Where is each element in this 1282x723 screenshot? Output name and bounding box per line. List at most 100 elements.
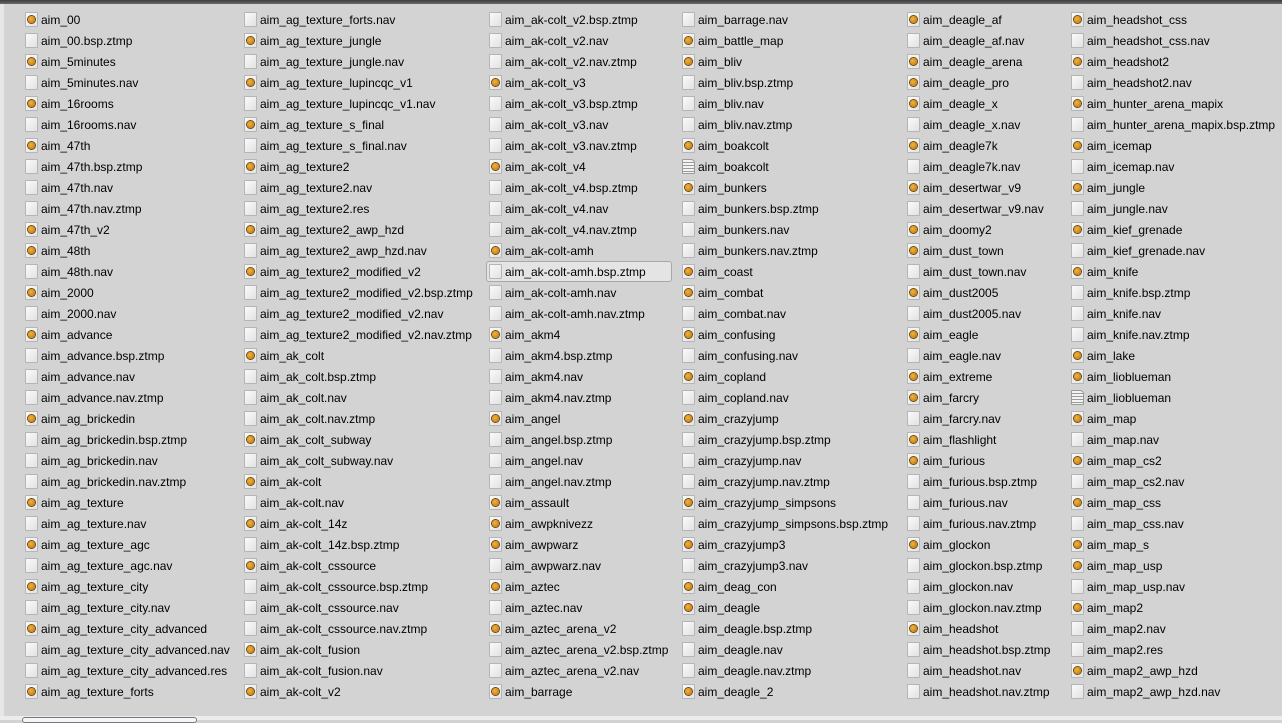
file-item[interactable]: aim_furious: [904, 450, 1054, 471]
file-item[interactable]: aim_headshot.nav.ztmp: [904, 681, 1054, 702]
file-item[interactable]: aim_extreme: [904, 366, 1054, 387]
file-item[interactable]: aim_map_usp.nav: [1068, 576, 1279, 597]
file-item[interactable]: aim_bliv.bsp.ztmp: [679, 72, 892, 93]
file-item[interactable]: aim_ag_texture_lupincqc_v1: [241, 72, 477, 93]
file-item[interactable]: aim_angel.nav: [486, 450, 672, 471]
file-item[interactable]: aim_copland: [679, 366, 892, 387]
file-item[interactable]: aim_2000.nav: [22, 303, 234, 324]
file-item[interactable]: aim_ak-colt_v2.nav.ztmp: [486, 51, 672, 72]
file-item[interactable]: aim_ag_texture2_modified_v2.bsp.ztmp: [241, 282, 477, 303]
file-item[interactable]: aim_flashlight: [904, 429, 1054, 450]
file-item[interactable]: aim_deagle.bsp.ztmp: [679, 618, 892, 639]
file-item[interactable]: aim_copland.nav: [679, 387, 892, 408]
file-item[interactable]: aim_ag_texture2.res: [241, 198, 477, 219]
file-item[interactable]: aim_hunter_arena_mapix: [1068, 93, 1279, 114]
file-item[interactable]: aim_knife: [1068, 261, 1279, 282]
file-item[interactable]: aim_ag_texture2_modified_v2: [241, 261, 477, 282]
file-item[interactable]: aim_advance.nav.ztmp: [22, 387, 234, 408]
file-item[interactable]: aim_deagle.nav: [679, 639, 892, 660]
file-item[interactable]: aim_aztec_arena_v2.nav: [486, 660, 672, 681]
file-item[interactable]: aim_ag_texture_city: [22, 576, 234, 597]
file-item[interactable]: aim_00: [22, 9, 234, 30]
file-item[interactable]: aim_kief_grenade.nav: [1068, 240, 1279, 261]
file-item[interactable]: aim_icemap: [1068, 135, 1279, 156]
file-item[interactable]: aim_5minutes: [22, 51, 234, 72]
file-item[interactable]: aim_crazyjump.nav: [679, 450, 892, 471]
file-item[interactable]: aim_furious.bsp.ztmp: [904, 471, 1054, 492]
file-item[interactable]: aim_jungle.nav: [1068, 198, 1279, 219]
file-item[interactable]: aim_map2.nav: [1068, 618, 1279, 639]
file-item[interactable]: aim_crazyjump: [679, 408, 892, 429]
file-item[interactable]: aim_47th.nav.ztmp: [22, 198, 234, 219]
scrollbar-thumb[interactable]: [22, 717, 197, 723]
file-item[interactable]: aim_lake: [1068, 345, 1279, 366]
file-item[interactable]: aim_map_css: [1068, 492, 1279, 513]
file-item[interactable]: aim_aztec: [486, 576, 672, 597]
file-item[interactable]: aim_icemap.nav: [1068, 156, 1279, 177]
file-item[interactable]: aim_map_s: [1068, 534, 1279, 555]
file-item[interactable]: aim_ak-colt_cssource.nav.ztmp: [241, 618, 477, 639]
file-item[interactable]: aim_ag_texture: [22, 492, 234, 513]
file-item[interactable]: aim_crazyjump_simpsons.bsp.ztmp: [679, 513, 892, 534]
file-item[interactable]: aim_ak_colt.nav.ztmp: [241, 408, 477, 429]
file-item[interactable]: aim_awpwarz: [486, 534, 672, 555]
file-item[interactable]: aim_ak-colt_cssource: [241, 555, 477, 576]
file-item[interactable]: aim_48th: [22, 240, 234, 261]
file-item[interactable]: aim_ak_colt.nav: [241, 387, 477, 408]
file-item[interactable]: aim_hunter_arena_mapix.bsp.ztmp: [1068, 114, 1279, 135]
file-item[interactable]: aim_ak-colt_14z: [241, 513, 477, 534]
file-item[interactable]: aim_bliv.nav: [679, 93, 892, 114]
file-item[interactable]: aim_map_css.nav: [1068, 513, 1279, 534]
file-item[interactable]: aim_crazyjump3: [679, 534, 892, 555]
file-item[interactable]: aim_ag_brickedin.nav.ztmp: [22, 471, 234, 492]
file-item[interactable]: aim_ak-colt.nav: [241, 492, 477, 513]
file-item[interactable]: aim_assault: [486, 492, 672, 513]
file-item[interactable]: aim_ak-colt_v4.nav.ztmp: [486, 219, 672, 240]
file-item[interactable]: aim_map2_awp_hzd.nav: [1068, 681, 1279, 702]
file-item[interactable]: aim_ag_texture2_modified_v2.nav: [241, 303, 477, 324]
file-item[interactable]: aim_coast: [679, 261, 892, 282]
file-item[interactable]: aim_ag_texture2_awp_hzd.nav: [241, 240, 477, 261]
file-item[interactable]: aim_ag_brickedin: [22, 408, 234, 429]
file-item[interactable]: aim_barrage: [486, 681, 672, 702]
file-item[interactable]: aim_48th.nav: [22, 261, 234, 282]
file-item[interactable]: aim_47th: [22, 135, 234, 156]
file-item[interactable]: aim_angel.bsp.ztmp: [486, 429, 672, 450]
file-item[interactable]: aim_lioblueman: [1068, 387, 1279, 408]
file-item[interactable]: aim_headshot2: [1068, 51, 1279, 72]
file-item[interactable]: aim_map: [1068, 408, 1279, 429]
file-item[interactable]: aim_glockon: [904, 534, 1054, 555]
file-item[interactable]: aim_crazyjump.bsp.ztmp: [679, 429, 892, 450]
file-item[interactable]: aim_deagle7k: [904, 135, 1054, 156]
file-item[interactable]: aim_aztec.nav: [486, 597, 672, 618]
file-item[interactable]: aim_ag_texture_city.nav: [22, 597, 234, 618]
file-item[interactable]: aim_ak-colt_v2: [241, 681, 477, 702]
file-item[interactable]: aim_headshot_css.nav: [1068, 30, 1279, 51]
file-item[interactable]: aim_aztec_arena_v2: [486, 618, 672, 639]
file-item[interactable]: aim_deagle_pro: [904, 72, 1054, 93]
file-item[interactable]: aim_ag_brickedin.bsp.ztmp: [22, 429, 234, 450]
file-item[interactable]: aim_dust2005.nav: [904, 303, 1054, 324]
file-item[interactable]: aim_crazyjump3.nav: [679, 555, 892, 576]
file-item[interactable]: aim_map_usp: [1068, 555, 1279, 576]
file-item[interactable]: aim_ak-colt_v3.nav: [486, 114, 672, 135]
file-item[interactable]: aim_ag_texture_jungle: [241, 30, 477, 51]
file-item[interactable]: aim_47th.bsp.ztmp: [22, 156, 234, 177]
file-item[interactable]: aim_ak-colt-amh.bsp.ztmp: [486, 261, 673, 282]
file-item[interactable]: aim_ak-colt_v2.nav: [486, 30, 672, 51]
file-item[interactable]: aim_battle_map: [679, 30, 892, 51]
file-item[interactable]: aim_16rooms.nav: [22, 114, 234, 135]
file-item[interactable]: aim_ag_texture_city_advanced: [22, 618, 234, 639]
file-item[interactable]: aim_ag_texture_s_final.nav: [241, 135, 477, 156]
file-item[interactable]: aim_eagle.nav: [904, 345, 1054, 366]
file-item[interactable]: aim_deagle_x.nav: [904, 114, 1054, 135]
file-item[interactable]: aim_headshot: [904, 618, 1054, 639]
file-item[interactable]: aim_map2: [1068, 597, 1279, 618]
file-item[interactable]: aim_furious.nav.ztmp: [904, 513, 1054, 534]
file-item[interactable]: aim_map_cs2: [1068, 450, 1279, 471]
file-item[interactable]: aim_desertwar_v9: [904, 177, 1054, 198]
file-list-view[interactable]: aim_00 aim_00.bsp.ztmp aim_5minutes aim_5mi…: [0, 0, 1282, 716]
file-item[interactable]: aim_ag_texture_agc.nav: [22, 555, 234, 576]
file-item[interactable]: aim_crazyjump.nav.ztmp: [679, 471, 892, 492]
file-item[interactable]: aim_ag_brickedin.nav: [22, 450, 234, 471]
